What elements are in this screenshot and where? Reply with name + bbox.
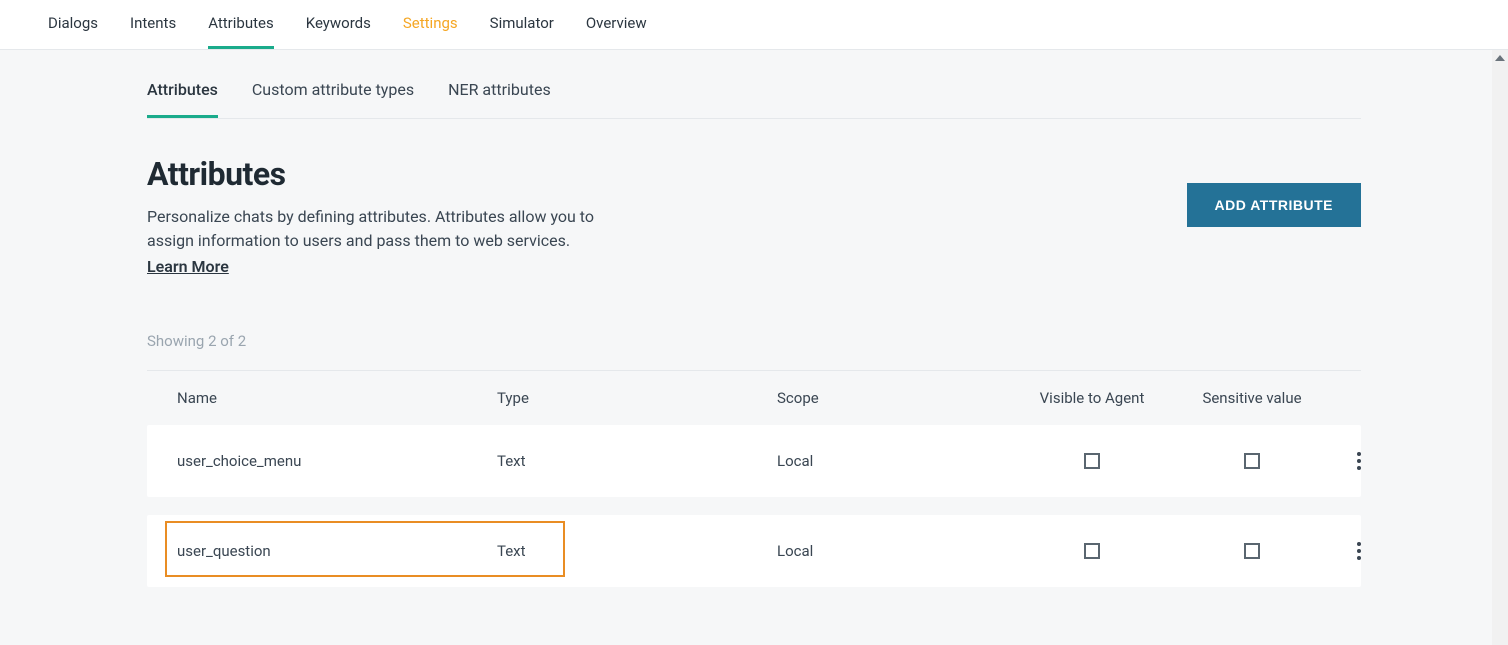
page-description: Personalize chats by defining attributes… [147,205,607,253]
nav-simulator[interactable]: Simulator [490,0,554,49]
more-actions-icon[interactable] [1347,539,1371,563]
col-sensitive: Sensitive value [1177,389,1327,407]
content-area: Attributes Custom attribute types NER at… [0,50,1508,645]
sub-tab-attributes[interactable]: Attributes [147,80,218,118]
nav-attributes[interactable]: Attributes [208,0,274,49]
add-attribute-button[interactable]: ADD ATTRIBUTE [1187,183,1362,227]
cell-actions [1327,449,1391,473]
cell-sensitive [1177,453,1327,469]
col-visible: Visible to Agent [1007,389,1177,407]
table-row[interactable]: user_choice_menu Text Local [147,425,1361,497]
col-name: Name [177,389,497,407]
table-row[interactable]: user_question Text Local [147,515,1361,587]
visible-checkbox[interactable] [1084,453,1100,469]
nav-settings[interactable]: Settings [403,0,458,49]
nav-dialogs[interactable]: Dialogs [48,0,98,49]
nav-keywords[interactable]: Keywords [306,0,371,49]
cell-name: user_choice_menu [177,452,497,470]
sub-tab-ner[interactable]: NER attributes [448,80,551,118]
nav-intents[interactable]: Intents [130,0,176,49]
sub-tab-custom-types[interactable]: Custom attribute types [252,80,414,118]
cell-scope: Local [777,542,1007,560]
cell-visible [1007,453,1177,469]
table-header: Name Type Scope Visible to Agent Sensiti… [147,371,1361,425]
col-scope: Scope [777,389,1007,407]
scrollbar-up-arrow-icon[interactable] [1492,50,1508,66]
cell-type: Text [497,452,777,470]
sensitive-checkbox[interactable] [1244,453,1260,469]
visible-checkbox[interactable] [1084,543,1100,559]
col-type: Type [497,389,777,407]
learn-more-link[interactable]: Learn More [147,257,229,276]
top-nav: Dialogs Intents Attributes Keywords Sett… [0,0,1508,50]
cell-sensitive [1177,543,1327,559]
attributes-table: Name Type Scope Visible to Agent Sensiti… [147,371,1361,587]
more-actions-icon[interactable] [1347,449,1371,473]
nav-overview[interactable]: Overview [586,0,647,49]
cell-scope: Local [777,452,1007,470]
page-title: Attributes [147,155,607,193]
scrollbar[interactable] [1492,50,1508,645]
cell-type: Text [497,542,777,560]
cell-name: user_question [177,542,497,560]
showing-count: Showing 2 of 2 [147,332,1361,371]
table-body: user_choice_menu Text Local [147,425,1361,587]
sensitive-checkbox[interactable] [1244,543,1260,559]
cell-visible [1007,543,1177,559]
sub-tabs: Attributes Custom attribute types NER at… [147,50,1361,119]
cell-actions [1327,539,1391,563]
page-header: Attributes Personalize chats by defining… [147,155,1361,276]
